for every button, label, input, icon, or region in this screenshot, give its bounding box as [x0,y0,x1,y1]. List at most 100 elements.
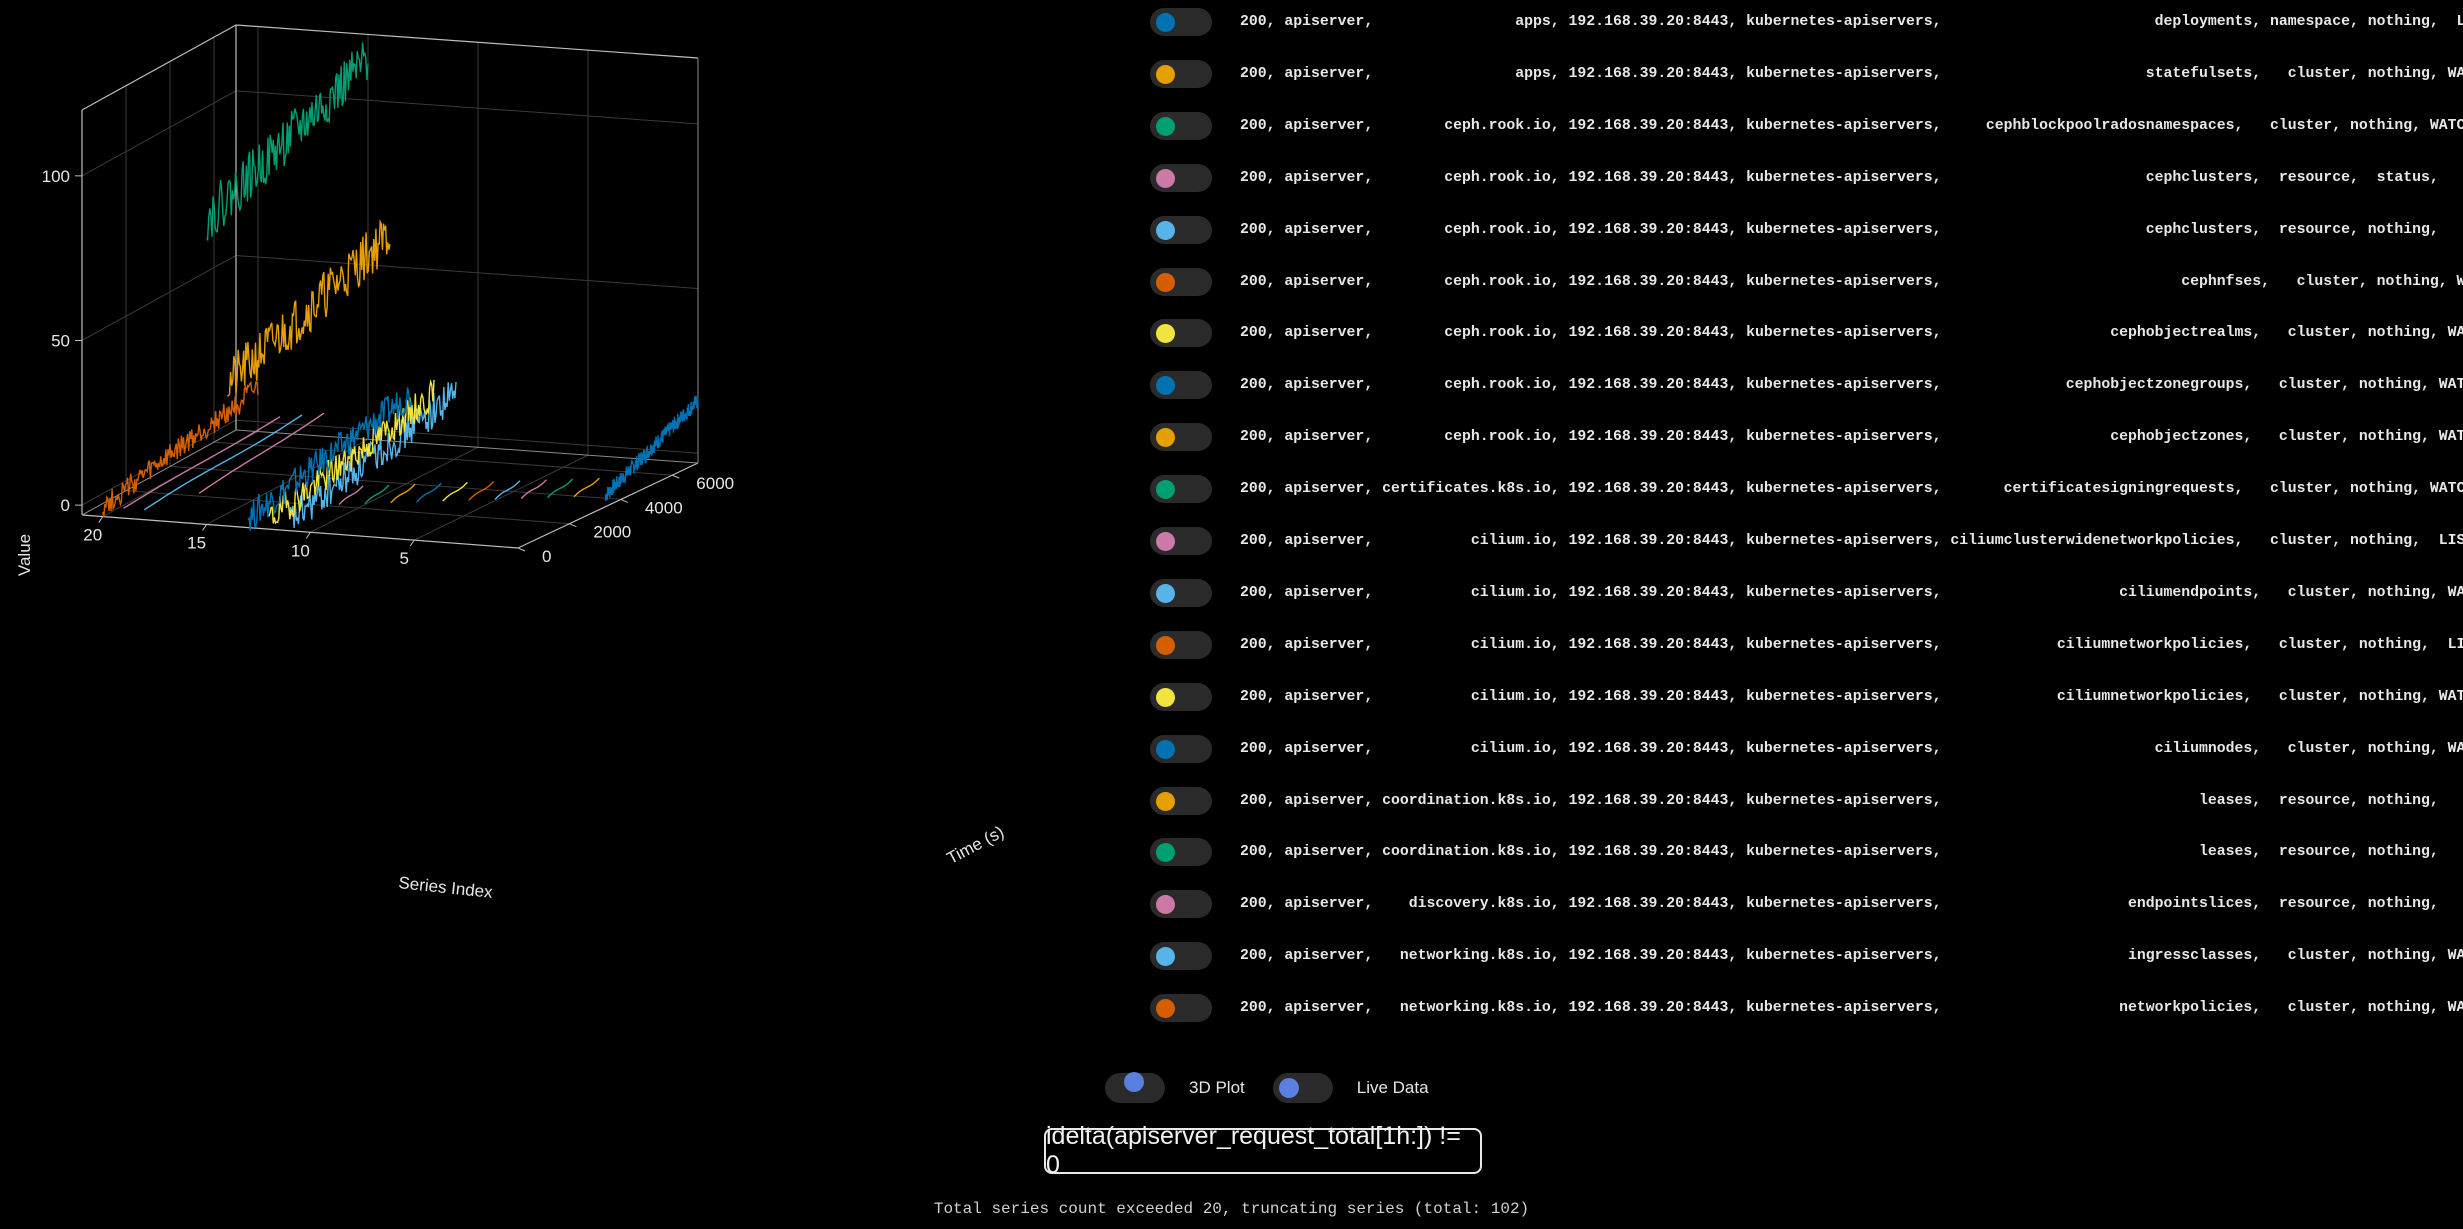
legend-label: 200, apiserver, coordination.k8s.io, 192… [1240,792,2463,809]
series-line[interactable] [520,479,547,499]
series-toggle[interactable] [1150,734,1212,763]
series-toggle[interactable] [1150,267,1212,296]
series-color-swatch [1156,168,1175,188]
legend-label: 200, apiserver, discovery.k8s.io, 192.16… [1240,896,2463,913]
plot3d-toggle-knob [1124,1072,1144,1092]
series-color-swatch [1156,64,1175,84]
x-tick-label: 5 [399,549,408,568]
legend-item[interactable]: 200, apiserver, ceph.rook.io, 192.168.39… [1150,256,2463,308]
grid-line [235,90,699,125]
series-line[interactable] [573,477,600,498]
legend-item[interactable]: 200, apiserver, cilium.io, 192.168.39.20… [1150,723,2463,775]
plot3d-label: 3D Plot [1189,1078,1245,1097]
series-line[interactable] [227,219,391,397]
legend-label: 200, apiserver, cilium.io, 192.168.39.20… [1240,636,2463,653]
series-toggle[interactable] [1150,994,1212,1023]
y-tick-label: 4000 [645,498,683,517]
series-toggle[interactable] [1150,630,1212,659]
grid-line [81,255,237,341]
series-toggle[interactable] [1150,838,1212,867]
series-toggle[interactable] [1150,59,1212,88]
series-toggle[interactable] [1150,319,1212,348]
plot3d-toggle[interactable] [1105,1072,1165,1103]
series-color-swatch [1156,324,1175,344]
y-tick-label: 2000 [593,523,631,542]
series-toggle[interactable] [1150,371,1212,400]
legend-label: 200, apiserver, ceph.rook.io, 192.168.39… [1240,273,2463,290]
legend-item[interactable]: 200, apiserver, ceph.rook.io, 192.168.39… [1150,152,2450,204]
z-axis-label: Value [15,534,34,576]
series-color-swatch [1156,635,1175,655]
y-tick [517,547,526,552]
grid-line [213,441,673,476]
legend-item[interactable]: 200, apiserver, cilium.io, 192.168.39.20… [1150,567,2463,619]
y-tick [672,474,680,479]
series-toggle[interactable] [1150,215,1212,244]
series-color-swatch [1156,895,1175,915]
x-axis-label: Series Index [398,873,494,902]
series-toggle[interactable] [1150,111,1212,140]
chart-svg[interactable]: 20 15 10 5 0200040006000050100Series IndexTi… [0,0,1130,960]
series-toggle[interactable] [1150,423,1212,452]
legend-item[interactable]: 200, apiserver, ceph.rook.io, 192.168.39… [1150,100,2463,152]
series-color-swatch [1156,532,1175,551]
series-toggle[interactable] [1150,578,1212,607]
y-tick-label: 0 [542,547,551,566]
series-line[interactable] [123,416,281,509]
legend-item[interactable]: 200, apiserver, apps, 192.168.39.20:8443… [1150,48,2463,100]
series-toggle[interactable] [1150,8,1212,36]
series-color-swatch [1156,947,1175,967]
series-color-swatch [1156,791,1175,811]
series-toggle[interactable] [1150,682,1212,711]
live-data-label: Live Data [1356,1078,1429,1097]
legend-item[interactable]: 200, apiserver, ceph.rook.io, 192.168.39… [1150,204,2450,256]
live-data-toggle[interactable] [1272,1073,1333,1103]
series-color-swatch [1156,376,1175,396]
legend-label: 200, apiserver, apps, 192.168.39.20:8443… [1240,14,2463,30]
legend-item[interactable]: 200, apiserver, certificates.k8s.io, 192… [1150,463,2463,515]
series-line[interactable] [143,414,303,511]
grid-line [169,465,621,500]
legend-item[interactable]: 200, apiserver, cilium.io, 192.168.39.20… [1150,671,2463,723]
legend-label: 200, apiserver, certificates.k8s.io, 192… [1240,481,2463,498]
query-input[interactable]: idelta(apiserver_request_total[1h:]) != … [1044,1122,1482,1179]
z-tick-label: 50 [51,331,70,350]
legend-item[interactable]: 200, apiserver, networking.k8s.io, 192.1… [1150,930,2463,982]
series-line[interactable] [390,483,416,504]
series-color-swatch [1156,687,1175,707]
series-color-swatch [1156,116,1175,136]
series-toggle[interactable] [1150,942,1212,971]
legend-item[interactable]: 200, apiserver, ceph.rook.io, 192.168.39… [1150,307,2463,359]
series-line[interactable] [206,42,369,242]
x-tick-label: 15 [187,533,206,552]
legend-item[interactable]: 200, apiserver, ceph.rook.io, 192.168.39… [1150,359,2463,411]
y-tick-label: 6000 [696,474,734,493]
series-color-swatch [1156,480,1175,500]
legend-label: 200, apiserver, ceph.rook.io, 192.168.39… [1240,169,2463,186]
legend-item[interactable]: 200, apiserver, coordination.k8s.io, 192… [1150,775,2450,827]
legend-item[interactable]: 200, apiserver, ceph.rook.io, 192.168.39… [1150,411,2463,463]
series-toggle[interactable] [1150,163,1212,192]
series-toggle[interactable] [1150,527,1212,555]
legend-item[interactable]: 200, apiserver, cilium.io, 192.168.39.20… [1150,619,2463,671]
legend-item[interactable]: 200, apiserver, coordination.k8s.io, 192… [1150,826,2450,878]
y-tick [569,523,577,528]
axis-edge [81,429,237,516]
series-toggle[interactable] [1150,890,1212,919]
x-tick-label: 20 [83,526,102,545]
legend-item[interactable]: 200, apiserver, discovery.k8s.io, 192.16… [1150,878,2450,930]
series-line[interactable] [442,481,468,502]
series-line[interactable] [416,482,442,503]
chart-3d-plot[interactable]: 20 15 10 5 0 2000 4000 6000 0 50 100 Series Index Ti… [0,0,1130,960]
plot-controls: 3D Plot Live Data [1105,1072,1457,1103]
legend-item[interactable]: 200, apiserver, cilium.io, 192.168.39.20… [1150,515,2463,567]
legend-item[interactable]: 200, apiserver, networking.k8s.io, 192.1… [1150,982,2463,1034]
y-tick [620,498,629,503]
series-line[interactable] [468,481,495,501]
legend-label: 200, apiserver, ceph.rook.io, 192.168.39… [1240,325,2463,342]
series-toggle[interactable] [1150,786,1212,815]
x-tick [305,532,311,539]
y-axis-label: Time (s) [944,822,1007,868]
series-toggle[interactable] [1150,475,1212,504]
legend-item[interactable]: 200, apiserver, apps, 192.168.39.20:8443… [1150,0,2463,48]
